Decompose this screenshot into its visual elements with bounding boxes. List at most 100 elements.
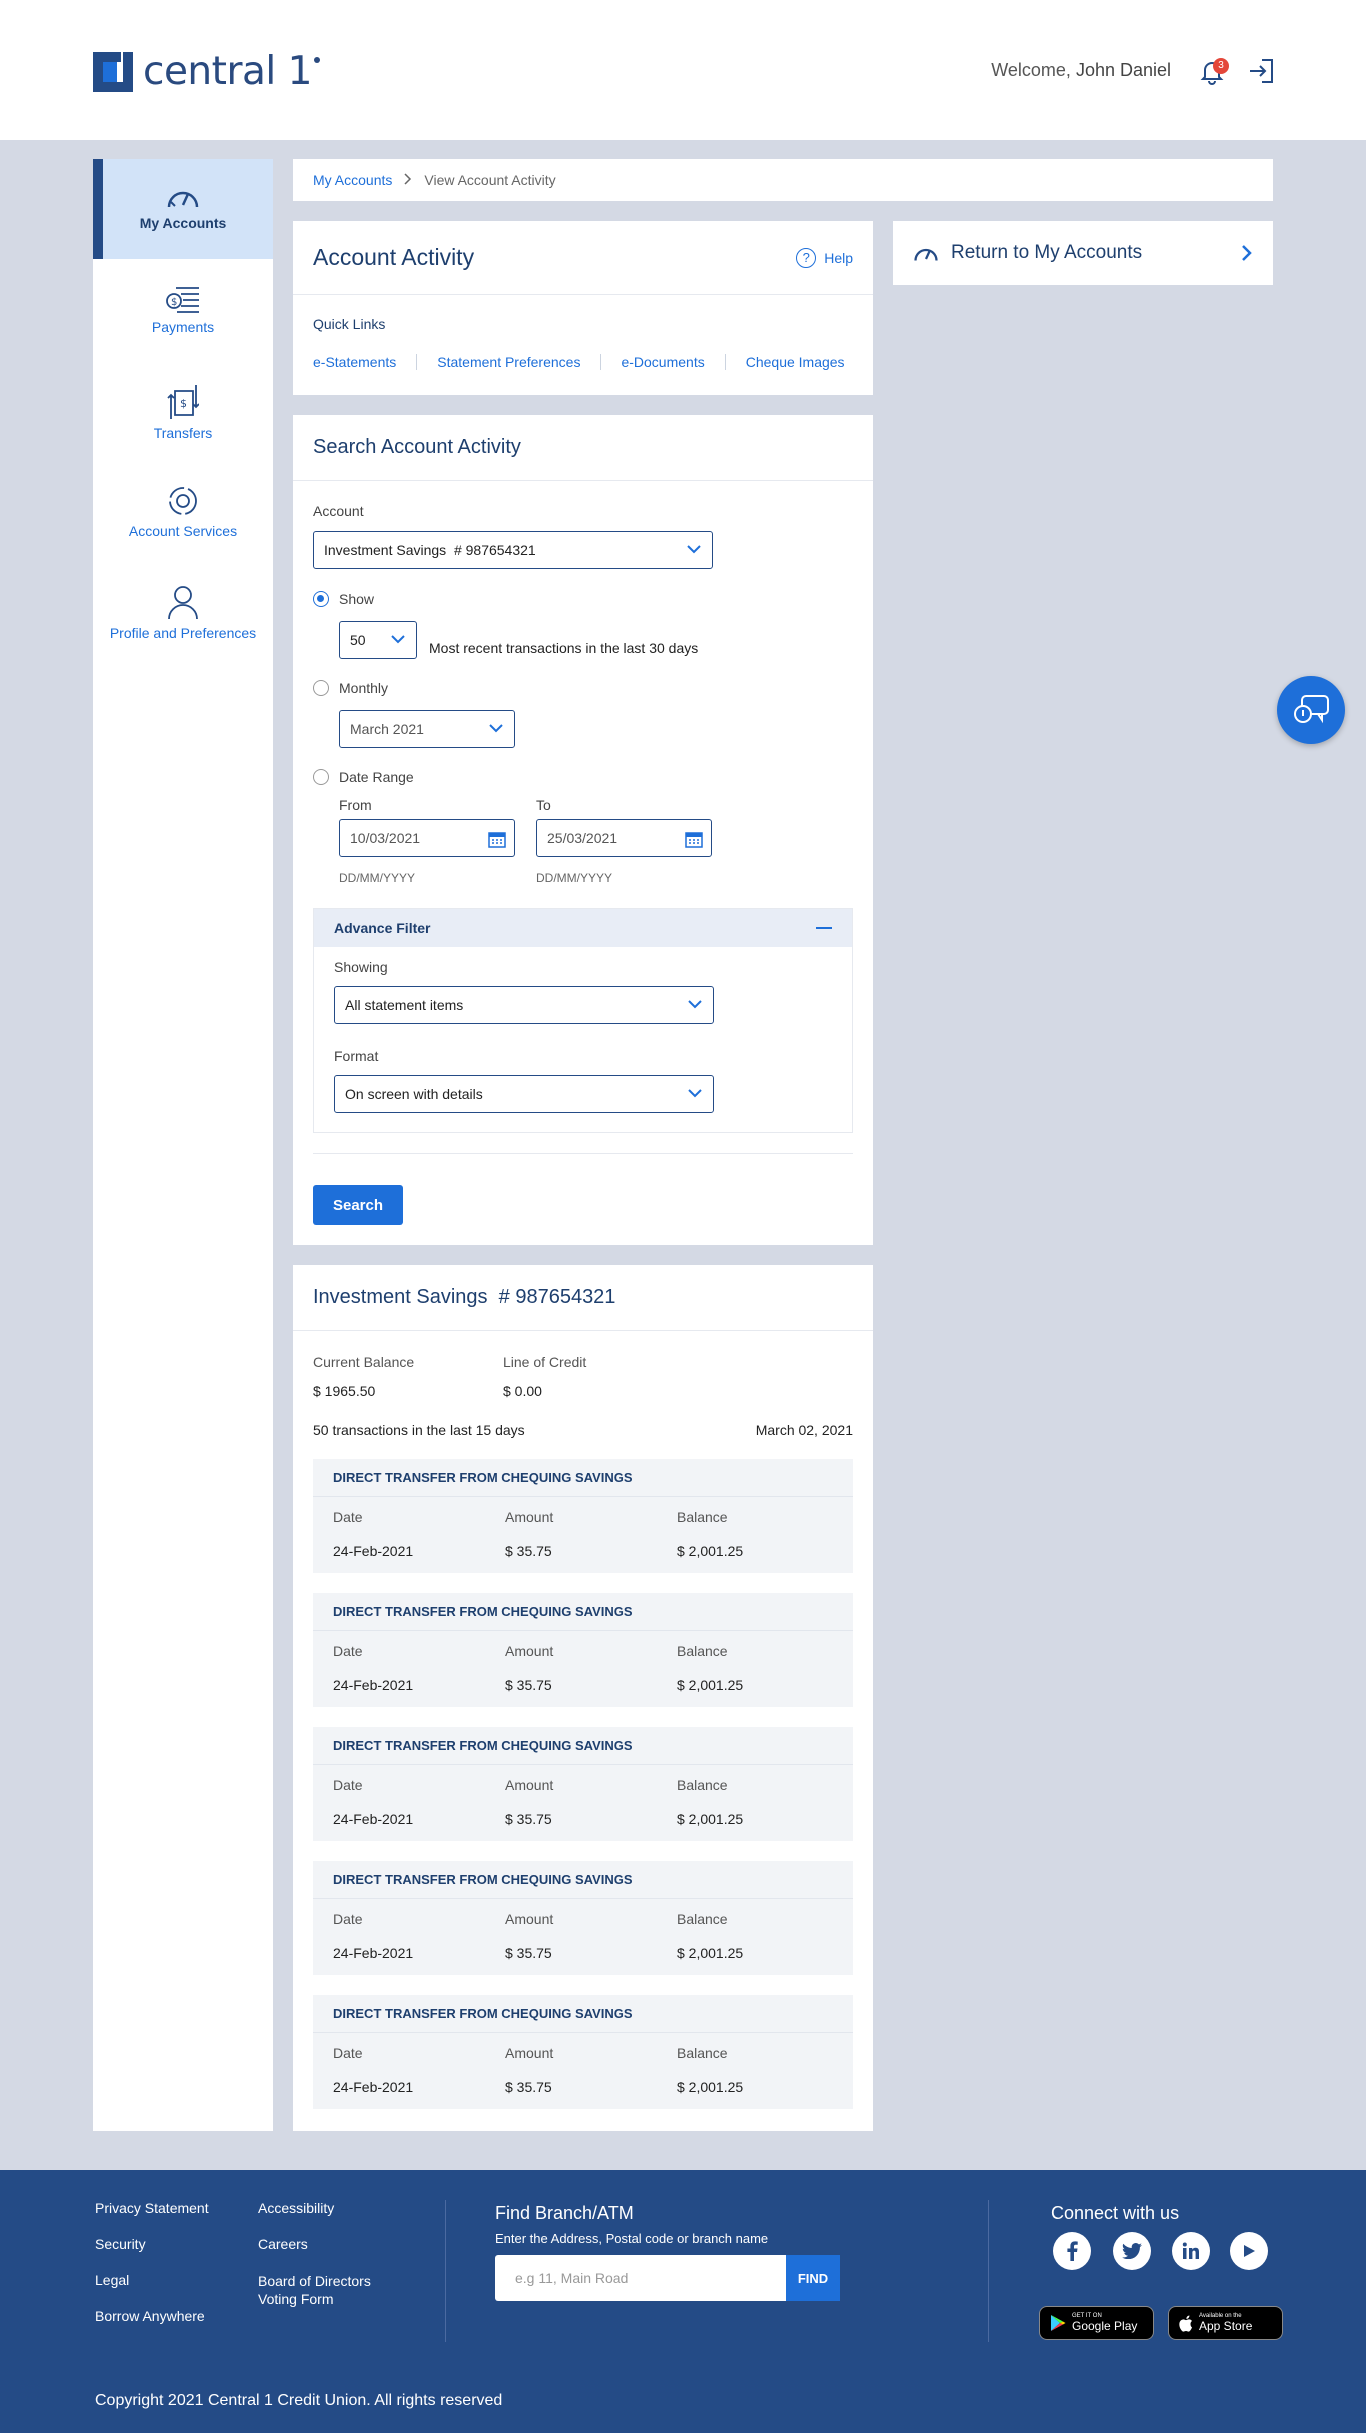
transaction-title: DIRECT TRANSFER FROM CHEQUING SAVINGS — [313, 1593, 853, 1631]
chevron-down-icon — [688, 1089, 702, 1098]
chat-button[interactable] — [1277, 676, 1345, 744]
google-play-button[interactable]: GET IT ON Google Play — [1039, 2306, 1154, 2340]
monthly-select[interactable]: March 2021 — [339, 710, 515, 748]
chat-icon — [1294, 695, 1329, 724]
showing-select[interactable]: All statement items — [334, 986, 714, 1024]
sidebar-item-my-accounts[interactable]: My Accounts — [93, 159, 273, 259]
advance-filter-toggle[interactable]: Advance Filter — [314, 909, 852, 947]
transaction-date: Date 24-Feb-2021 — [333, 1911, 414, 1961]
header: central 1 Welcome, John Daniel 3 — [0, 0, 1366, 140]
linkedin-icon — [1182, 2242, 1199, 2259]
quick-link-e-documents[interactable]: e-Documents — [621, 354, 726, 370]
chevron-down-icon — [489, 724, 503, 733]
quick-links-title: Quick Links — [313, 316, 386, 332]
monthly-radio[interactable] — [313, 680, 329, 696]
to-date-input[interactable]: 25/03/2021 — [536, 819, 712, 857]
advance-filter-panel: Advance Filter Showing All statement ite… — [313, 908, 853, 1133]
sidebar-item-profile[interactable]: Profile and Preferences — [93, 559, 273, 659]
transaction-amount: Amount $ 35.75 — [505, 1643, 554, 1693]
sidebar-item-label: Profile and Preferences — [109, 625, 257, 641]
monthly-label: Monthly — [339, 680, 389, 696]
help-link[interactable]: ? Help — [796, 247, 853, 268]
return-to-my-accounts-button[interactable]: Return to My Accounts — [893, 221, 1273, 285]
footer-link-legal[interactable]: Legal — [95, 2272, 129, 2288]
format-select[interactable]: On screen with details — [334, 1075, 714, 1113]
footer-link-security[interactable]: Security — [95, 2236, 146, 2252]
chevron-down-icon — [391, 635, 405, 644]
google-play-text: GET IT ON Google Play — [1072, 2313, 1138, 2333]
footer-link-borrow-anywhere[interactable]: Borrow Anywhere — [95, 2308, 205, 2324]
account-summary-card: Investment Savings # 987654321 Current B… — [293, 1265, 873, 2131]
from-date-input[interactable]: 10/03/2021 — [339, 819, 515, 857]
quick-links: e-Statements Statement Preferences e-Doc… — [313, 354, 845, 370]
facebook-button[interactable] — [1053, 2232, 1091, 2270]
footer: Privacy Statement Security Legal Borrow … — [0, 2170, 1366, 2433]
find-button[interactable]: FIND — [786, 2255, 840, 2301]
breadcrumb-my-accounts-link[interactable]: My Accounts — [313, 172, 392, 188]
showing-value: All statement items — [345, 997, 464, 1013]
transaction-balance: Balance $ 2,001.25 — [677, 1777, 744, 1827]
find-branch-subtitle: Enter the Address, Postal code or branch… — [495, 2231, 769, 2246]
twitter-button[interactable] — [1113, 2232, 1151, 2270]
help-label: Help — [824, 249, 853, 266]
footer-link-careers[interactable]: Careers — [258, 2236, 308, 2252]
transaction-amount: Amount $ 35.75 — [505, 1911, 554, 1961]
transaction-item[interactable]: DIRECT TRANSFER FROM CHEQUING SAVINGS Da… — [313, 1995, 853, 2109]
linkedin-button[interactable] — [1172, 2232, 1210, 2270]
transaction-item[interactable]: DIRECT TRANSFER FROM CHEQUING SAVINGS Da… — [313, 1459, 853, 1573]
user-name: John Daniel — [1075, 60, 1171, 80]
quick-link-e-statements[interactable]: e-Statements — [313, 354, 418, 370]
app-store-button[interactable]: Available on the App Store — [1168, 2306, 1283, 2340]
return-label: Return to My Accounts — [951, 242, 1143, 263]
chevron-down-icon — [687, 545, 701, 554]
quick-link-statement-preferences[interactable]: Statement Preferences — [437, 354, 602, 370]
account-select[interactable]: Investment Savings # 987654321 — [313, 531, 713, 569]
to-date-hint: DD/MM/YYYY — [536, 871, 613, 885]
youtube-button[interactable] — [1230, 2232, 1268, 2270]
show-count-select[interactable]: 50 — [339, 621, 417, 659]
welcome-text: Welcome, John Daniel — [991, 60, 1171, 81]
sidebar-item-account-services[interactable]: Account Services — [93, 459, 273, 559]
transaction-date: Date 24-Feb-2021 — [333, 1777, 414, 1827]
sidebar-item-transfers[interactable]: $ Transfers — [93, 359, 273, 459]
sidebar-item-label: Transfers — [153, 425, 213, 441]
transaction-balance: Balance $ 2,001.25 — [677, 2045, 744, 2095]
find-branch-input[interactable]: e.g 11, Main Road — [495, 2255, 786, 2301]
transaction-date: Date 24-Feb-2021 — [333, 1643, 414, 1693]
services-icon — [169, 487, 197, 515]
brand-dot — [313, 56, 320, 63]
sidebar: My Accounts $ Payments $ Transfers Accou… — [93, 159, 273, 2131]
showing-label: Showing — [334, 959, 388, 975]
footer-link-accessibility[interactable]: Accessibility — [258, 2200, 334, 2216]
chevron-down-icon — [688, 1000, 702, 1009]
gauge-icon — [167, 191, 199, 208]
date-range-radio[interactable] — [313, 769, 329, 785]
search-button[interactable]: Search — [313, 1185, 403, 1225]
account-select-value: Investment Savings # 987654321 — [324, 542, 536, 558]
calendar-icon[interactable] — [685, 830, 703, 848]
current-balance-value: $ 1965.50 — [313, 1383, 376, 1399]
transaction-title: DIRECT TRANSFER FROM CHEQUING SAVINGS — [313, 1995, 853, 2033]
transaction-amount: Amount $ 35.75 — [505, 1777, 554, 1827]
footer-link-board-voting[interactable]: Board of Directors Voting Form — [258, 2272, 388, 2308]
transaction-item[interactable]: DIRECT TRANSFER FROM CHEQUING SAVINGS Da… — [313, 1593, 853, 1707]
brand-logo[interactable]: central 1 — [93, 49, 320, 94]
transaction-item[interactable]: DIRECT TRANSFER FROM CHEQUING SAVINGS Da… — [313, 1861, 853, 1975]
show-label: Show — [339, 591, 375, 607]
footer-link-privacy[interactable]: Privacy Statement — [95, 2200, 209, 2216]
calendar-icon[interactable] — [488, 830, 506, 848]
svg-text:$: $ — [180, 397, 187, 410]
connect-title: Connect with us — [1051, 2203, 1180, 2223]
divider — [313, 1153, 853, 1154]
logout-icon — [1250, 59, 1273, 83]
page-title: Account Activity — [313, 244, 475, 270]
sidebar-item-payments[interactable]: $ Payments — [93, 259, 273, 359]
notification-bell-button[interactable]: 3 — [1197, 56, 1229, 86]
transaction-amount: Amount $ 35.75 — [505, 2045, 554, 2095]
transaction-title: DIRECT TRANSFER FROM CHEQUING SAVINGS — [313, 1727, 853, 1765]
logout-button[interactable] — [1248, 58, 1274, 84]
transaction-item[interactable]: DIRECT TRANSFER FROM CHEQUING SAVINGS Da… — [313, 1727, 853, 1841]
show-radio[interactable] — [313, 591, 329, 607]
quick-link-cheque-images[interactable]: Cheque Images — [746, 354, 845, 370]
transaction-balance: Balance $ 2,001.25 — [677, 1643, 744, 1693]
